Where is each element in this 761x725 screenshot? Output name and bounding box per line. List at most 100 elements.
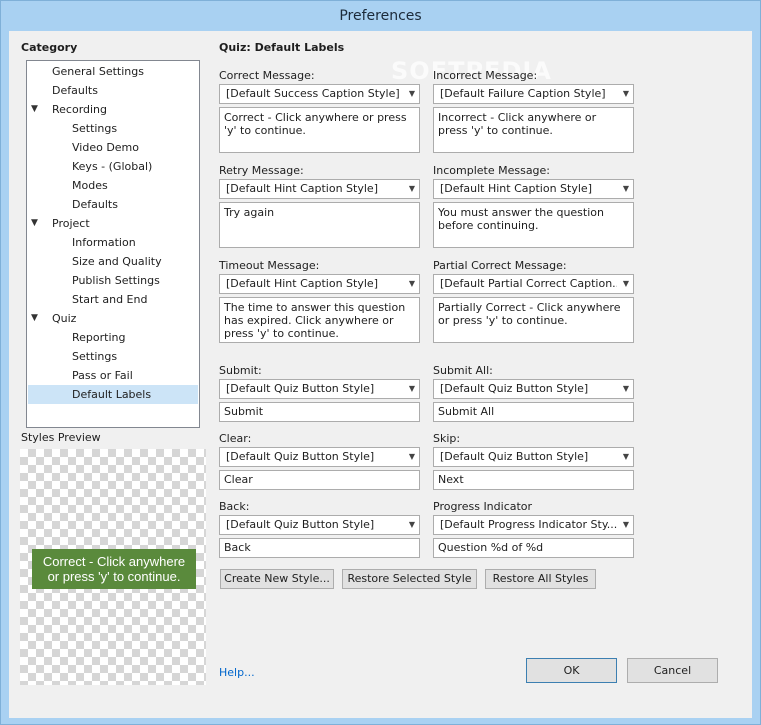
expand-arrow-icon[interactable]: ▼ bbox=[31, 309, 38, 328]
incorrect-style-value: [Default Failure Caption Style] bbox=[440, 87, 606, 100]
clear-style-dropdown[interactable]: [Default Quiz Button Style] ▼ bbox=[219, 447, 420, 467]
incorrect-message-label: Incorrect Message: bbox=[433, 69, 538, 82]
partial-correct-style-dropdown[interactable]: [Default Partial Correct Caption... ▼ bbox=[433, 274, 634, 294]
back-label: Back: bbox=[219, 500, 250, 513]
skip-style-dropdown[interactable]: [Default Quiz Button Style] ▼ bbox=[433, 447, 634, 467]
retry-message-label: Retry Message: bbox=[219, 164, 304, 177]
panel-title: Quiz: Default Labels bbox=[219, 41, 345, 54]
category-item-label: Defaults bbox=[72, 198, 118, 211]
category-item[interactable]: Size and Quality bbox=[28, 252, 198, 271]
category-item-label: Video Demo bbox=[72, 141, 139, 154]
chevron-down-icon: ▼ bbox=[408, 279, 415, 288]
retry-style-dropdown[interactable]: [Default Hint Caption Style] ▼ bbox=[219, 179, 420, 199]
chevron-down-icon: ▼ bbox=[408, 520, 415, 529]
partial-correct-message-textarea[interactable]: Partially Correct - Click anywhere or pr… bbox=[433, 297, 634, 343]
preview-caption-line2: or press 'y' to continue. bbox=[47, 569, 181, 584]
category-item-label: Modes bbox=[72, 179, 108, 192]
category-item[interactable]: Defaults bbox=[28, 81, 198, 100]
expand-arrow-icon[interactable]: ▼ bbox=[31, 214, 38, 233]
partial-correct-message-label: Partial Correct Message: bbox=[433, 259, 567, 272]
back-style-dropdown[interactable]: [Default Quiz Button Style] ▼ bbox=[219, 515, 420, 535]
submit-all-style-dropdown[interactable]: [Default Quiz Button Style] ▼ bbox=[433, 379, 634, 399]
timeout-message-textarea[interactable]: The time to answer this question has exp… bbox=[219, 297, 420, 343]
category-item-label: Recording bbox=[52, 103, 108, 116]
correct-style-dropdown[interactable]: [Default Success Caption Style] ▼ bbox=[219, 84, 420, 104]
back-text-field[interactable]: Back bbox=[219, 538, 420, 558]
help-link[interactable]: Help... bbox=[219, 666, 255, 679]
timeout-message-label: Timeout Message: bbox=[219, 259, 320, 272]
progress-indicator-label: Progress Indicator bbox=[433, 500, 533, 513]
clear-label: Clear: bbox=[219, 432, 252, 445]
chevron-down-icon: ▼ bbox=[408, 89, 415, 98]
category-item[interactable]: Keys - (Global) bbox=[28, 157, 198, 176]
category-item-label: Start and End bbox=[72, 293, 148, 306]
retry-style-value: [Default Hint Caption Style] bbox=[226, 182, 378, 195]
incorrect-style-dropdown[interactable]: [Default Failure Caption Style] ▼ bbox=[433, 84, 634, 104]
category-item[interactable]: Modes bbox=[28, 176, 198, 195]
category-item[interactable]: ▼ Quiz bbox=[28, 309, 198, 328]
category-item[interactable]: ▼ Recording bbox=[28, 100, 198, 119]
submit-style-dropdown[interactable]: [Default Quiz Button Style] ▼ bbox=[219, 379, 420, 399]
incomplete-style-value: [Default Hint Caption Style] bbox=[440, 182, 592, 195]
incorrect-message-textarea[interactable]: Incorrect - Click anywhere or press 'y' … bbox=[433, 107, 634, 153]
incomplete-style-dropdown[interactable]: [Default Hint Caption Style] ▼ bbox=[433, 179, 634, 199]
retry-message-textarea[interactable]: Try again bbox=[219, 202, 420, 248]
category-item[interactable]: Reporting bbox=[28, 328, 198, 347]
category-item-label: General Settings bbox=[52, 65, 144, 78]
expand-arrow-icon[interactable]: ▼ bbox=[31, 100, 38, 119]
submit-all-label: Submit All: bbox=[433, 364, 493, 377]
submit-all-style-value: [Default Quiz Button Style] bbox=[440, 382, 589, 395]
category-item[interactable]: Information bbox=[28, 233, 198, 252]
clear-style-value: [Default Quiz Button Style] bbox=[226, 450, 375, 463]
submit-label: Submit: bbox=[219, 364, 262, 377]
restore-selected-style-button[interactable]: Restore Selected Style bbox=[342, 569, 477, 589]
preferences-window: Preferences SOFTPEDIA Category General S… bbox=[0, 0, 761, 725]
submit-all-text-field[interactable]: Submit All bbox=[433, 402, 634, 422]
chevron-down-icon: ▼ bbox=[408, 452, 415, 461]
category-item[interactable]: Start and End bbox=[28, 290, 198, 309]
back-style-value: [Default Quiz Button Style] bbox=[226, 518, 375, 531]
submit-text-field[interactable]: Submit bbox=[219, 402, 420, 422]
chevron-down-icon: ▼ bbox=[622, 520, 629, 529]
category-item[interactable]: General Settings bbox=[28, 62, 198, 81]
restore-all-styles-button[interactable]: Restore All Styles bbox=[485, 569, 596, 589]
category-item-label: Publish Settings bbox=[72, 274, 160, 287]
styles-preview-label: Styles Preview bbox=[21, 431, 101, 444]
skip-label: Skip: bbox=[433, 432, 461, 445]
category-item[interactable]: Defaults bbox=[28, 195, 198, 214]
timeout-style-dropdown[interactable]: [Default Hint Caption Style] ▼ bbox=[219, 274, 420, 294]
category-item-label: Keys - (Global) bbox=[72, 160, 153, 173]
category-item[interactable]: Default Labels bbox=[28, 385, 198, 404]
correct-message-textarea[interactable]: Correct - Click anywhere or press 'y' to… bbox=[219, 107, 420, 153]
category-item-label: Reporting bbox=[72, 331, 126, 344]
category-item[interactable]: Video Demo bbox=[28, 138, 198, 157]
category-item[interactable]: ▼ Project bbox=[28, 214, 198, 233]
skip-text-field[interactable]: Next bbox=[433, 470, 634, 490]
cancel-button[interactable]: Cancel bbox=[627, 658, 718, 683]
category-item[interactable]: Settings bbox=[28, 347, 198, 366]
category-tree[interactable]: General Settings Defaults ▼ Recording Settin… bbox=[26, 60, 200, 428]
progress-style-dropdown[interactable]: [Default Progress Indicator Sty... ▼ bbox=[433, 515, 634, 535]
progress-text-field[interactable]: Question %d of %d bbox=[433, 538, 634, 558]
category-item-label: Size and Quality bbox=[72, 255, 162, 268]
skip-style-value: [Default Quiz Button Style] bbox=[440, 450, 589, 463]
incomplete-message-textarea[interactable]: You must answer the question before cont… bbox=[433, 202, 634, 248]
preview-caption-line1: Correct - Click anywhere bbox=[42, 554, 186, 569]
chevron-down-icon: ▼ bbox=[622, 452, 629, 461]
category-item[interactable]: Settings bbox=[28, 119, 198, 138]
timeout-style-value: [Default Hint Caption Style] bbox=[226, 277, 378, 290]
styles-preview: Correct - Click anywhere or press 'y' to… bbox=[20, 449, 206, 685]
preview-caption: Correct - Click anywhere or press 'y' to… bbox=[32, 549, 196, 589]
category-header: Category bbox=[21, 41, 78, 54]
category-item[interactable]: Pass or Fail bbox=[28, 366, 198, 385]
clear-text-field[interactable]: Clear bbox=[219, 470, 420, 490]
chevron-down-icon: ▼ bbox=[408, 184, 415, 193]
dialog-client-area: SOFTPEDIA Category General Settings Defau… bbox=[9, 31, 752, 718]
create-new-style-button[interactable]: Create New Style... bbox=[220, 569, 334, 589]
partial-correct-style-value: [Default Partial Correct Caption... bbox=[440, 277, 617, 290]
chevron-down-icon: ▼ bbox=[622, 89, 629, 98]
submit-style-value: [Default Quiz Button Style] bbox=[226, 382, 375, 395]
correct-style-value: [Default Success Caption Style] bbox=[226, 87, 400, 100]
category-item[interactable]: Publish Settings bbox=[28, 271, 198, 290]
ok-button[interactable]: OK bbox=[526, 658, 617, 683]
